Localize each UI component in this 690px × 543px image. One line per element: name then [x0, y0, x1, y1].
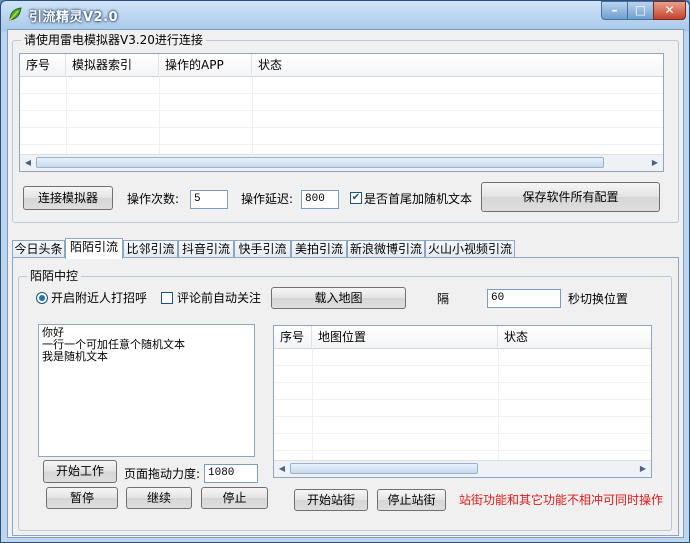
tab-toutiao[interactable]: 今日头条 [12, 240, 65, 258]
map-list-hscrollbar[interactable]: ◀ ▶ [274, 460, 651, 477]
window-title: 引流精灵V2.0 [29, 10, 119, 25]
continue-button[interactable]: 继续 [126, 487, 192, 509]
interval-suffix-label: 秒切换位置 [568, 292, 629, 306]
interval-input[interactable]: 60 [487, 289, 561, 308]
auto-follow-label[interactable]: 评论前自动关注 [177, 291, 261, 305]
minimize-button[interactable]: – [601, 1, 628, 20]
momo-tab-panel: 陌陌中控 开启附近人打招呼 评论前自动关注 载入地图 隔 60 秒切换位置 你好… [12, 257, 679, 536]
emulator-list[interactable]: 序号 模拟器索引 操作的APP 状态 ◀ ▶ [19, 53, 664, 172]
tab-huoshan[interactable]: 火山小视频引流 [425, 240, 515, 258]
start-station-button[interactable]: 开始站街 [294, 489, 368, 511]
col-index[interactable]: 序号 [20, 54, 66, 76]
map-list[interactable]: 序号 地图位置 状态 ◀ ▶ [273, 325, 652, 478]
random-text-memo[interactable]: 你好 一行一个可加任意个随机文本 我是随机文本 [38, 324, 255, 457]
interval-prefix-label: 隔 [437, 292, 450, 306]
list-item [274, 383, 651, 400]
load-map-button[interactable]: 载入地图 [271, 287, 406, 309]
op-delay-label: 操作延迟: [241, 192, 294, 206]
scroll-left-icon[interactable]: ◀ [275, 462, 289, 475]
app-leaf-icon [9, 7, 22, 21]
col-app[interactable]: 操作的APP [159, 54, 252, 76]
connect-emulator-button[interactable]: 连接模拟器 [23, 186, 113, 210]
list-item [20, 94, 663, 111]
tab-kuaishou[interactable]: 快手引流 [234, 240, 291, 258]
drag-force-label: 页面拖动力度: [124, 467, 201, 481]
op-count-input[interactable]: 5 [190, 190, 228, 209]
momo-group: 陌陌中控 开启附近人打招呼 评论前自动关注 载入地图 隔 60 秒切换位置 你好… [18, 269, 672, 531]
stop-button[interactable]: 停止 [201, 487, 268, 509]
random-text-label[interactable]: 是否首尾加随机文本 [364, 192, 472, 206]
emulator-group-title: 请使用雷电模拟器V3.20进行连接 [21, 33, 206, 47]
scroll-thumb[interactable] [290, 463, 478, 474]
auto-follow-checkbox[interactable] [161, 292, 173, 304]
app-window: 引流精灵V2.0 – □ ✕ 请使用雷电模拟器V3.20进行连接 序号 模拟器索… [0, 0, 690, 543]
tab-momo[interactable]: 陌陌引流 [65, 238, 123, 259]
title-bar: 引流精灵V2.0 – □ ✕ [1, 1, 689, 29]
emulator-list-header: 序号 模拟器索引 操作的APP 状态 [20, 54, 663, 77]
drag-force-input[interactable]: 1080 [204, 464, 258, 483]
start-work-button[interactable]: 开始工作 [43, 460, 117, 483]
scroll-right-icon[interactable]: ▶ [636, 462, 650, 475]
pause-button[interactable]: 暂停 [46, 487, 118, 509]
list-item [20, 77, 663, 94]
nearby-greet-radio[interactable] [36, 292, 48, 304]
scroll-left-icon[interactable]: ◀ [21, 156, 35, 169]
stop-station-button[interactable]: 停止站街 [377, 489, 446, 511]
emulator-group: 请使用雷电模拟器V3.20进行连接 序号 模拟器索引 操作的APP 状态 ◀ ▶… [12, 33, 679, 223]
col-map-location[interactable]: 地图位置 [312, 326, 498, 348]
list-item [274, 400, 651, 417]
list-item [274, 434, 651, 451]
op-count-label: 操作次数: [127, 192, 180, 206]
client-area: 请使用雷电模拟器V3.20进行连接 序号 模拟器索引 操作的APP 状态 ◀ ▶… [7, 29, 684, 538]
col-map-status[interactable]: 状态 [498, 326, 651, 348]
save-config-button[interactable]: 保存软件所有配置 [481, 182, 660, 212]
maximize-button[interactable]: □ [627, 1, 654, 20]
scroll-thumb[interactable] [36, 157, 604, 168]
memo-line: 我是随机文本 [42, 350, 108, 363]
scroll-right-icon[interactable]: ▶ [648, 156, 662, 169]
list-item [20, 128, 663, 145]
random-text-checkbox[interactable]: ✔ [350, 192, 362, 204]
list-item [274, 366, 651, 383]
emulator-list-hscrollbar[interactable]: ◀ ▶ [20, 154, 663, 171]
col-status[interactable]: 状态 [252, 54, 663, 76]
map-list-header: 序号 地图位置 状态 [274, 326, 651, 349]
close-button[interactable]: ✕ [653, 1, 686, 20]
list-item [20, 111, 663, 128]
tab-bilin[interactable]: 比邻引流 [123, 240, 178, 258]
momo-group-title: 陌陌中控 [27, 269, 82, 283]
col-emulator-index[interactable]: 模拟器索引 [66, 54, 159, 76]
col-map-index[interactable]: 序号 [274, 326, 312, 348]
list-item [274, 349, 651, 366]
list-item [274, 417, 651, 434]
station-warning-text: 站街功能和其它功能不相冲可同时操作 [459, 493, 664, 507]
nearby-greet-label[interactable]: 开启附近人打招呼 [51, 291, 147, 305]
tab-meipai[interactable]: 美拍引流 [291, 240, 347, 258]
tab-douyin[interactable]: 抖音引流 [178, 240, 234, 258]
tab-weibo[interactable]: 新浪微博引流 [347, 240, 425, 258]
op-delay-input[interactable]: 800 [301, 190, 339, 209]
